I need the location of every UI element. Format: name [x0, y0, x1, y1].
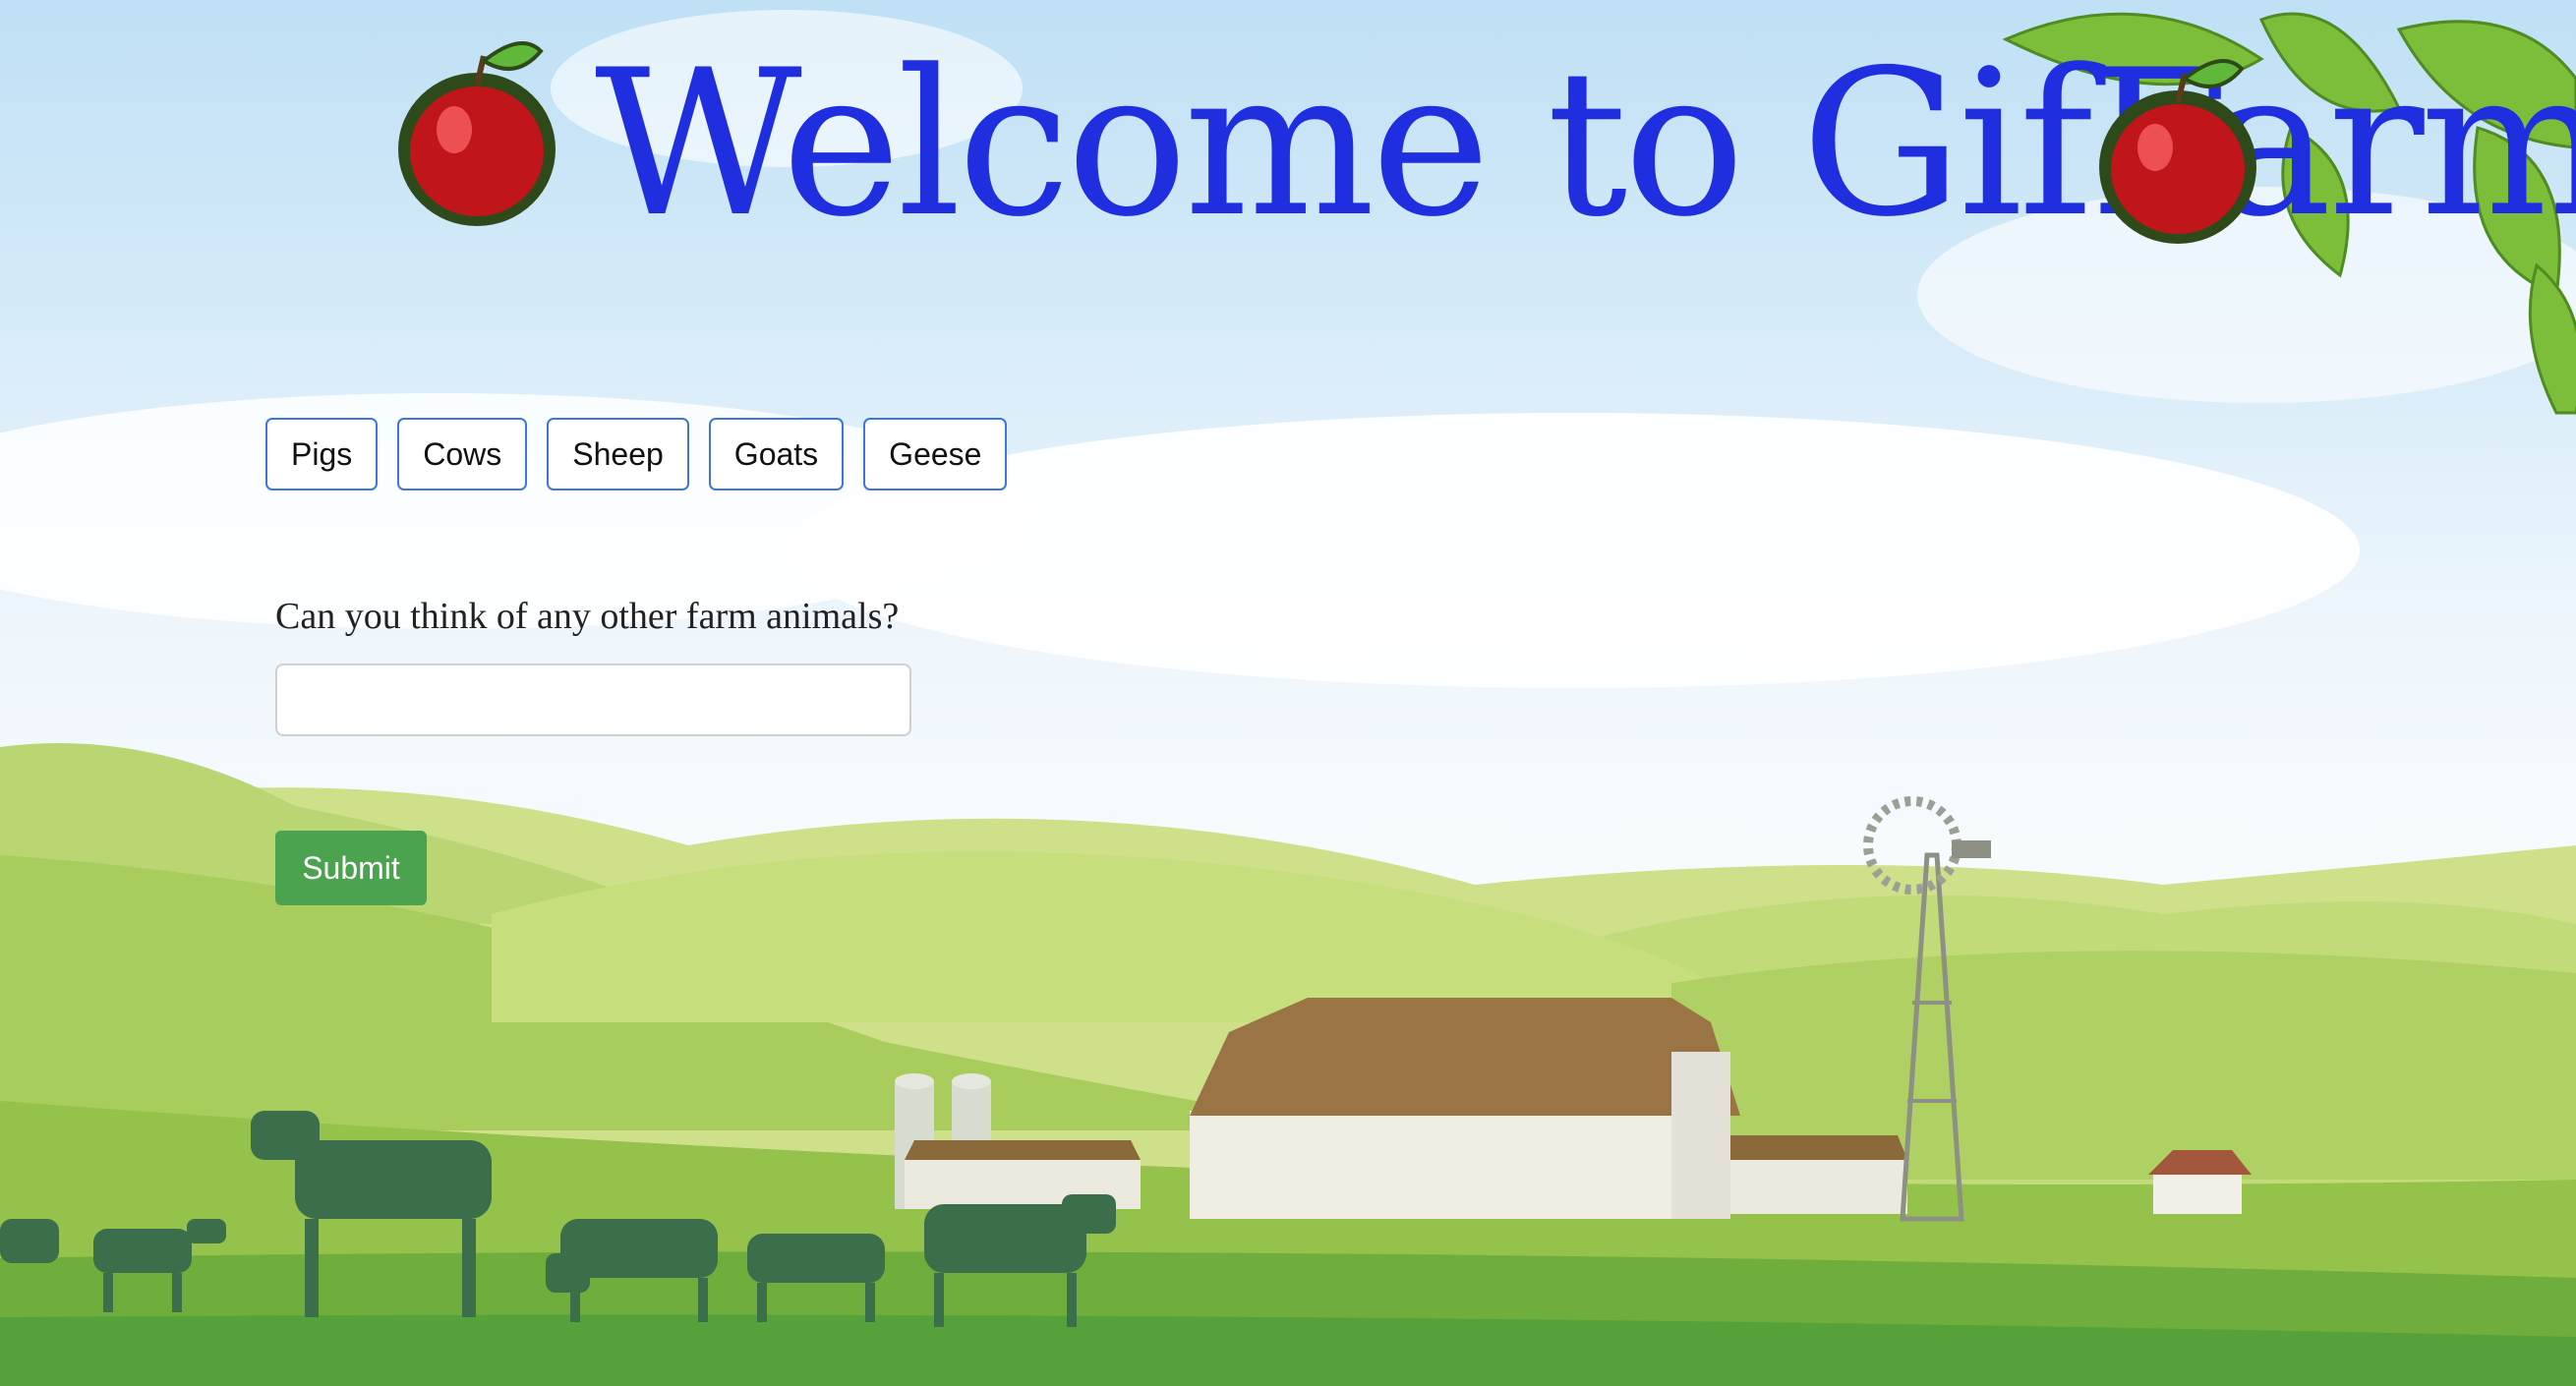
geese-button[interactable]: Geese [863, 418, 1008, 491]
title-banner: Welcome to GifFarm! [393, 20, 2576, 256]
question-label: Can you think of any other farm animals? [275, 596, 900, 637]
cows-button[interactable]: Cows [397, 418, 528, 491]
animal-button-group: Pigs Cows Sheep Goats Geese [265, 418, 1008, 491]
apple-icon [398, 41, 556, 226]
pigs-button[interactable]: Pigs [265, 418, 379, 491]
sheep-button[interactable]: Sheep [547, 418, 689, 491]
submit-button[interactable]: Submit [275, 831, 427, 905]
apple-icon [2099, 59, 2256, 244]
page-title: Welcome to GifFarm! [595, 28, 2576, 261]
goats-button[interactable]: Goats [708, 418, 845, 491]
animal-answer-input[interactable] [275, 664, 911, 736]
